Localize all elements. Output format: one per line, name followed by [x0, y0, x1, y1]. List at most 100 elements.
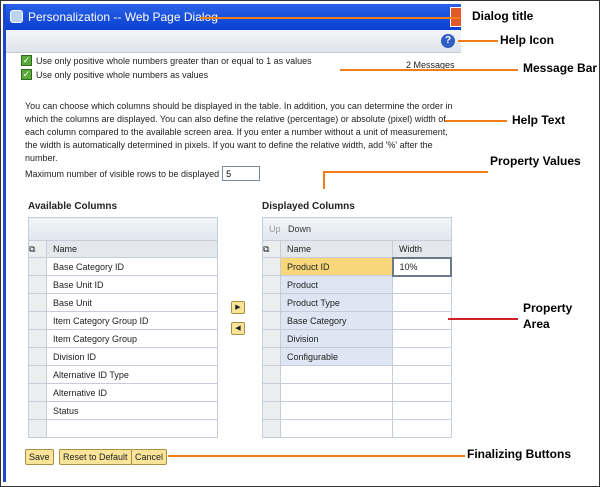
row-selector[interactable]: [262, 347, 281, 366]
row-selector[interactable]: [262, 329, 281, 348]
personalization-dialog: Personalization -- Web Page Dialog ? ✓ Us…: [3, 4, 462, 482]
row-selector[interactable]: [28, 275, 47, 294]
table-row[interactable]: Item Category Group: [28, 329, 218, 348]
message-text: Use only positive whole numbers as value…: [36, 69, 209, 80]
column-name-cell[interactable]: Base Unit ID: [46, 275, 218, 294]
width-input-cell[interactable]: [392, 275, 452, 294]
annotation-finalizing-buttons: Finalizing Buttons: [467, 447, 571, 461]
table-row[interactable]: [262, 383, 452, 402]
column-name-cell[interactable]: [280, 419, 393, 438]
max-rows-label: Maximum number of visible rows to be dis…: [25, 168, 220, 179]
width-input-cell[interactable]: [392, 347, 452, 366]
column-name-cell[interactable]: Status: [46, 401, 218, 420]
table-row[interactable]: Base Category ID: [28, 257, 218, 276]
message-item: ✓ Use only positive whole numbers greater…: [21, 55, 312, 66]
column-name-cell[interactable]: Configurable: [280, 347, 393, 366]
available-columns-table: ⧉ Name Base Category ID Base Unit ID Base U…: [28, 217, 218, 438]
width-input-cell[interactable]: [392, 383, 452, 402]
row-selector[interactable]: [28, 329, 47, 348]
table-row[interactable]: Division: [262, 329, 452, 348]
column-name-cell[interactable]: Division: [280, 329, 393, 348]
help-icon[interactable]: ?: [441, 34, 455, 48]
width-input-cell[interactable]: 10%: [391, 256, 452, 277]
remove-column-button[interactable]: ◀: [231, 322, 245, 335]
help-text: You can choose which columns should be d…: [25, 101, 453, 163]
column-name-cell[interactable]: Product Type: [280, 293, 393, 312]
table-row[interactable]: Product ID 10%: [262, 256, 452, 277]
width-input-cell[interactable]: [392, 401, 452, 420]
select-all-icon[interactable]: ⧉: [262, 240, 281, 258]
row-selector[interactable]: [262, 401, 281, 420]
dialog-title: Personalization -- Web Page Dialog: [28, 10, 218, 24]
column-name-cell[interactable]: Base Unit: [46, 293, 218, 312]
row-selector[interactable]: [28, 365, 47, 384]
annotation-line: [168, 455, 465, 457]
table-row[interactable]: [262, 419, 452, 438]
column-name-cell[interactable]: [46, 419, 218, 438]
row-selector[interactable]: [28, 293, 47, 312]
table-row[interactable]: Base Unit: [28, 293, 218, 312]
row-selector[interactable]: [262, 293, 281, 312]
available-columns-title: Available Columns: [28, 201, 118, 212]
annotation-line: [448, 318, 518, 320]
reset-to-default-button[interactable]: Reset to Default: [59, 449, 132, 465]
add-column-button[interactable]: ▶: [231, 301, 245, 314]
column-name-cell[interactable]: Product: [280, 275, 393, 294]
column-name-cell[interactable]: Base Category ID: [46, 257, 218, 276]
annotation-line: [458, 40, 498, 42]
row-selector[interactable]: [28, 311, 47, 330]
row-selector[interactable]: [28, 401, 47, 420]
column-name-cell[interactable]: Base Category: [280, 311, 393, 330]
column-name-cell[interactable]: Product ID: [280, 257, 393, 276]
displayed-columns-title: Displayed Columns: [262, 201, 355, 212]
row-selector[interactable]: [28, 257, 47, 276]
select-all-icon[interactable]: ⧉: [28, 240, 47, 258]
annotation-line: [200, 17, 460, 19]
column-name-cell[interactable]: Item Category Group: [46, 329, 218, 348]
up-button[interactable]: Up: [269, 224, 281, 234]
annotation-text: Property: [523, 301, 573, 315]
annotation-property-values: Property Values: [490, 154, 581, 168]
annotation-line: [323, 171, 488, 173]
message-text: Use only positive whole numbers greater …: [36, 55, 312, 66]
width-input-cell[interactable]: [392, 365, 452, 384]
row-selector[interactable]: [28, 383, 47, 402]
column-name-cell[interactable]: [280, 383, 393, 402]
table-row[interactable]: Alternative ID Type: [28, 365, 218, 384]
table-row[interactable]: [28, 419, 218, 438]
row-selector[interactable]: [262, 275, 281, 294]
max-rows-field: Maximum number of visible rows to be dis…: [25, 166, 261, 181]
table-row[interactable]: Item Category Group ID: [28, 311, 218, 330]
width-input-cell[interactable]: [392, 311, 452, 330]
column-name-cell[interactable]: Alternative ID: [46, 383, 218, 402]
row-selector[interactable]: [262, 311, 281, 330]
column-name-cell[interactable]: [280, 401, 393, 420]
table-row[interactable]: Base Category: [262, 311, 452, 330]
max-rows-input[interactable]: [222, 166, 261, 181]
cancel-button[interactable]: Cancel: [131, 449, 168, 465]
width-input-cell[interactable]: [392, 419, 452, 438]
width-input-cell[interactable]: [392, 329, 452, 348]
table-row[interactable]: Base Unit ID: [28, 275, 218, 294]
table-row[interactable]: Status: [28, 401, 218, 420]
column-name-cell[interactable]: [280, 365, 393, 384]
row-selector[interactable]: [262, 365, 281, 384]
column-name-cell[interactable]: Division ID: [46, 347, 218, 366]
row-selector[interactable]: [262, 257, 281, 276]
row-selector[interactable]: [262, 383, 281, 402]
table-row[interactable]: Product: [262, 275, 452, 294]
row-selector[interactable]: [28, 419, 47, 438]
width-input-cell[interactable]: [392, 293, 452, 312]
table-row[interactable]: [262, 401, 452, 420]
column-name-cell[interactable]: Alternative ID Type: [46, 365, 218, 384]
table-row[interactable]: Division ID: [28, 347, 218, 366]
row-selector[interactable]: [262, 419, 281, 438]
table-row[interactable]: Alternative ID: [28, 383, 218, 402]
table-row[interactable]: Product Type: [262, 293, 452, 312]
save-button[interactable]: Save: [25, 449, 54, 465]
column-name-cell[interactable]: Item Category Group ID: [46, 311, 218, 330]
table-row[interactable]: Configurable: [262, 347, 452, 366]
table-row[interactable]: [262, 365, 452, 384]
row-selector[interactable]: [28, 347, 47, 366]
down-button[interactable]: Down: [288, 224, 311, 234]
